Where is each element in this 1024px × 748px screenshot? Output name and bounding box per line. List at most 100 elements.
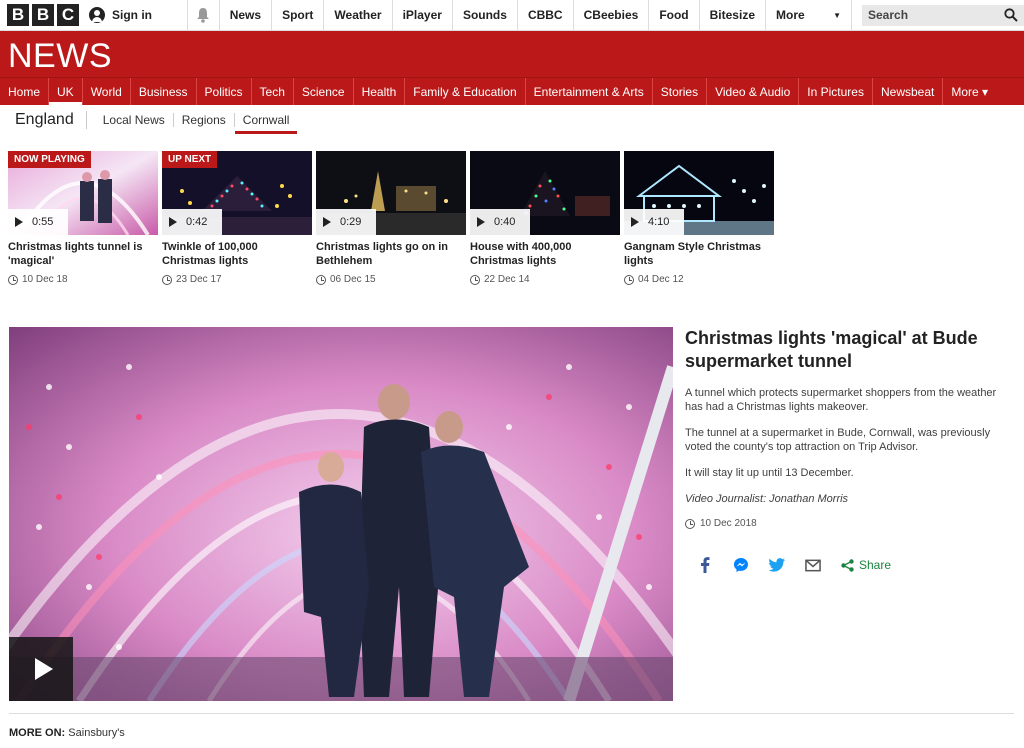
- sign-in-label: Sign in: [112, 8, 152, 22]
- now-playing-badge: NOW PLAYING: [8, 151, 91, 168]
- duration-label: 0:55: [8, 209, 68, 235]
- playlist-date: 22 Dec 14: [470, 274, 620, 285]
- chevron-down-icon: ▼: [833, 10, 841, 20]
- nav-bitesize[interactable]: Bitesize: [700, 0, 766, 30]
- section-business[interactable]: Business: [131, 78, 197, 105]
- article-paragraph: It will stay lit up until 13 December.: [685, 467, 854, 479]
- playlist-item[interactable]: 0:40 House with 400,000 Christmas lights…: [470, 151, 620, 285]
- duration-label: 0:40: [470, 209, 530, 235]
- section-family-education[interactable]: Family & Education: [405, 78, 526, 105]
- playlist-title[interactable]: Christmas lights tunnel is 'magical': [8, 240, 158, 268]
- article-byline: Video Journalist: Jonathan Morris: [685, 493, 849, 505]
- section-video-audio[interactable]: Video & Audio: [707, 78, 800, 105]
- nav-more[interactable]: More ▼: [766, 0, 852, 30]
- subnav-regions[interactable]: Regions: [174, 113, 235, 127]
- section-politics[interactable]: Politics: [197, 78, 252, 105]
- bbc-logo[interactable]: B B C: [0, 0, 79, 30]
- date-value: 22 Dec 14: [484, 274, 530, 285]
- share-label: Share: [859, 558, 892, 572]
- article-date: 10 Dec 2018: [685, 518, 1010, 529]
- playlist-item[interactable]: 0:29 Christmas lights go on in Bethlehem…: [316, 151, 466, 285]
- search-placeholder: Search: [868, 8, 909, 22]
- date-value: 23 Dec 17: [176, 274, 222, 285]
- region-title[interactable]: England: [15, 111, 87, 129]
- logo-letter: B: [7, 4, 29, 26]
- clock-icon: [162, 274, 172, 285]
- more-on: MORE ON: Sainsbury's: [9, 727, 125, 739]
- messenger-icon[interactable]: [733, 557, 749, 573]
- nav-news[interactable]: News: [220, 0, 273, 30]
- nav-sounds[interactable]: Sounds: [453, 0, 518, 30]
- section-stories[interactable]: Stories: [653, 78, 708, 105]
- clock-icon: [685, 518, 695, 529]
- section-in-pictures[interactable]: In Pictures: [799, 78, 873, 105]
- email-icon[interactable]: [805, 557, 821, 573]
- sign-in-button[interactable]: Sign in: [79, 0, 188, 30]
- video-thumbnail[interactable]: UP NEXT 0:42: [162, 151, 312, 235]
- subnav-cornwall[interactable]: Cornwall: [234, 113, 298, 134]
- article-date-value: 10 Dec 2018: [700, 518, 757, 529]
- video-thumbnail[interactable]: 0:40: [470, 151, 620, 235]
- duration-label: 4:10: [624, 209, 684, 235]
- playlist-title[interactable]: Twinkle of 100,000 Christmas lights: [162, 240, 312, 268]
- twitter-icon[interactable]: [769, 557, 785, 573]
- playlist-title[interactable]: House with 400,000 Christmas lights: [470, 240, 620, 268]
- nav-more-label: More: [776, 8, 805, 22]
- nav-sport[interactable]: Sport: [272, 0, 325, 30]
- section-health[interactable]: Health: [354, 78, 406, 105]
- duration-value: 0:40: [494, 216, 516, 228]
- up-next-badge: UP NEXT: [162, 151, 218, 168]
- nav-cbeebies[interactable]: CBeebies: [574, 0, 650, 30]
- divider: [9, 713, 1014, 714]
- nav-weather[interactable]: Weather: [324, 0, 393, 30]
- video-thumbnail[interactable]: 0:29: [316, 151, 466, 235]
- play-button[interactable]: [9, 637, 73, 701]
- more-on-label: MORE ON:: [9, 727, 66, 739]
- main-video-player[interactable]: [9, 327, 673, 701]
- section-tech[interactable]: Tech: [252, 78, 294, 105]
- play-icon: [477, 217, 485, 227]
- play-icon: [169, 217, 177, 227]
- play-icon: [631, 217, 639, 227]
- playlist-title[interactable]: Gangnam Style Christmas lights: [624, 240, 774, 268]
- video-thumbnail[interactable]: NOW PLAYING 0:55: [8, 151, 158, 235]
- subnav-local-news[interactable]: Local News: [95, 113, 174, 127]
- playlist-item[interactable]: NOW PLAYING 0:55 Christmas lights tunnel…: [8, 151, 158, 285]
- playlist-date: 06 Dec 15: [316, 274, 466, 285]
- section-home[interactable]: Home: [0, 78, 50, 105]
- clock-icon: [470, 274, 480, 285]
- nav-iplayer[interactable]: iPlayer: [393, 0, 453, 30]
- playlist-item[interactable]: 4:10 Gangnam Style Christmas lights 04 D…: [624, 151, 774, 285]
- article-summary: Christmas lights 'magical' at Bude super…: [685, 327, 1010, 573]
- play-icon: [323, 217, 331, 227]
- section-newsbeat[interactable]: Newsbeat: [873, 78, 944, 105]
- playlist-title[interactable]: Christmas lights go on in Bethlehem: [316, 240, 466, 268]
- clock-icon: [316, 274, 326, 285]
- video-thumbnail[interactable]: 4:10: [624, 151, 774, 235]
- search-input[interactable]: Search: [862, 4, 1024, 26]
- bell-icon: [197, 8, 210, 23]
- article-paragraph: A tunnel which protects supermarket shop…: [685, 387, 997, 413]
- nav-food[interactable]: Food: [649, 0, 700, 30]
- section-nav: Home UK World Business Politics Tech Sci…: [0, 77, 1024, 105]
- section-uk[interactable]: UK: [49, 78, 83, 105]
- section-more[interactable]: More ▾: [943, 78, 996, 105]
- section-entertainment-arts[interactable]: Entertainment & Arts: [526, 78, 653, 105]
- share-button[interactable]: Share: [841, 558, 891, 572]
- news-banner: NEWS: [0, 31, 1024, 77]
- logo-letter: B: [32, 4, 54, 26]
- section-science[interactable]: Science: [294, 78, 354, 105]
- section-world[interactable]: World: [83, 78, 131, 105]
- duration-label: 0:42: [162, 209, 222, 235]
- notifications-button[interactable]: [188, 0, 220, 30]
- search-icon[interactable]: [1004, 8, 1018, 22]
- playlist-item[interactable]: UP NEXT 0:42 Twinkle of 100,000 Christma…: [162, 151, 312, 285]
- date-value: 06 Dec 15: [330, 274, 376, 285]
- nav-cbbc[interactable]: CBBC: [518, 0, 574, 30]
- search: Search: [852, 0, 1024, 30]
- facebook-icon[interactable]: [697, 557, 713, 573]
- share-icon: [841, 558, 854, 572]
- video-playlist: NOW PLAYING 0:55 Christmas lights tunnel…: [8, 151, 774, 285]
- more-on-topic-link[interactable]: Sainsbury's: [68, 727, 125, 739]
- news-logo[interactable]: NEWS: [8, 37, 112, 76]
